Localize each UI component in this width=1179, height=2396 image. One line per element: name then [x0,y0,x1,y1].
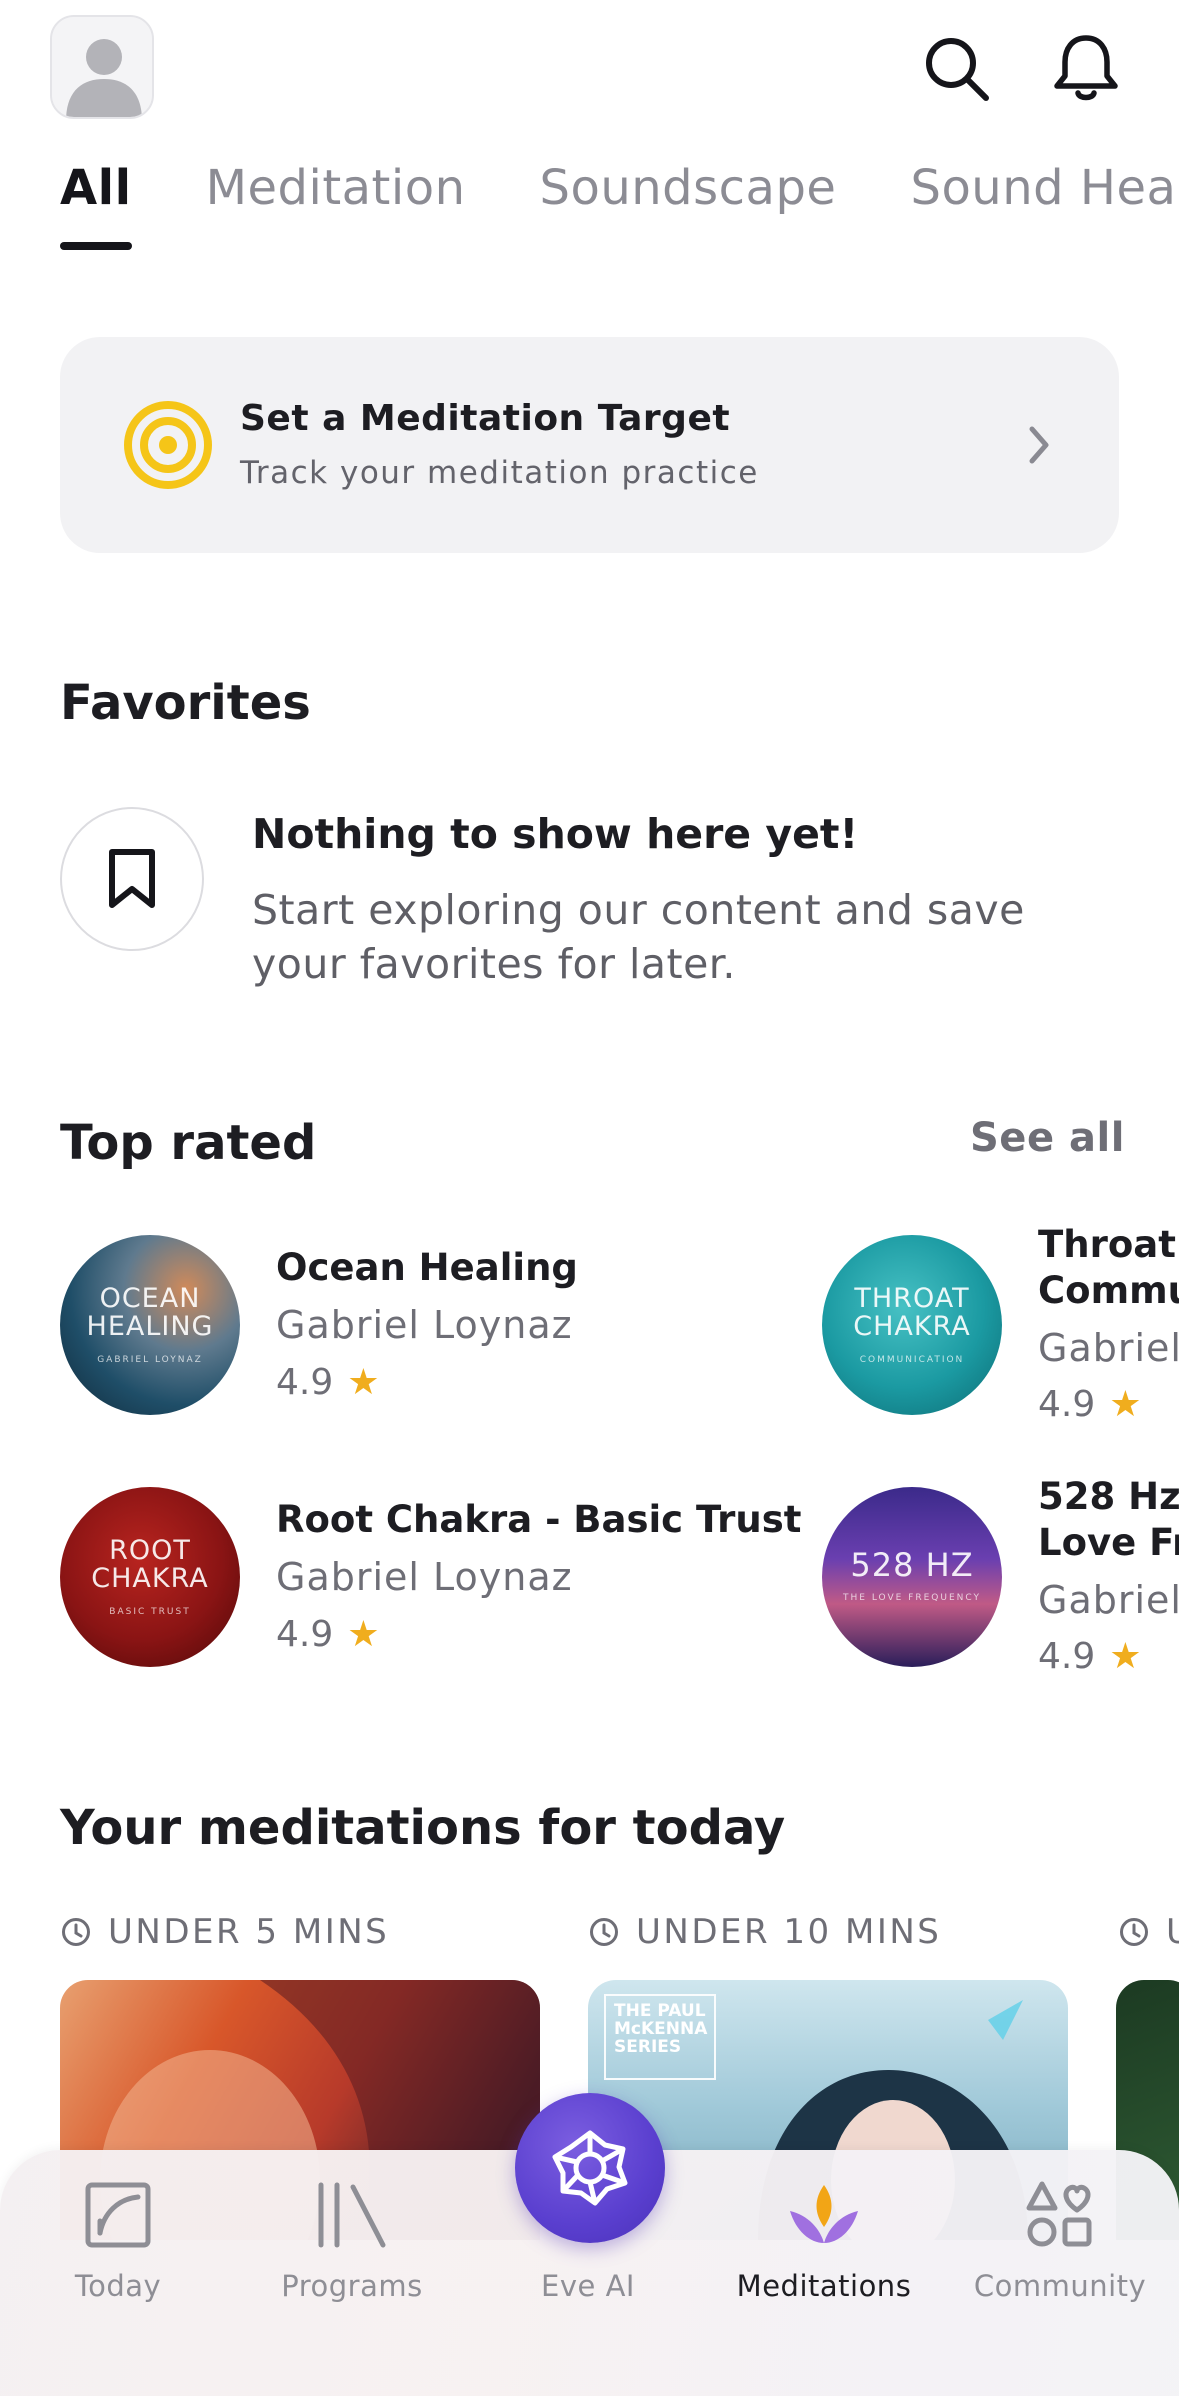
nav-eve-ai[interactable]: Eve AI [488,2175,688,2303]
programs-icon [312,2175,392,2255]
meditation-target-card[interactable] [60,337,1119,553]
user-avatar-icon [52,17,152,117]
chevron-right-icon [1024,423,1054,471]
item-rating: 4.9 ★ [1038,1636,1142,1677]
clock-icon [62,1918,90,1946]
cover-root-chakra: ROOT CHAKRA BASIC TRUST [60,1487,240,1667]
top-rated-heading: Top rated [60,1115,317,1171]
tab-meditation[interactable]: Meditation [206,160,466,260]
lotus-icon [784,2175,864,2255]
bookmark-icon [109,849,155,908]
item-author: Gabriel [1038,1578,1179,1622]
search-icon [926,38,989,101]
clock-icon [1120,1918,1148,1946]
duration-label: U [1118,1912,1179,1952]
nav-community[interactable]: Community [960,2175,1160,2303]
tab-soundscape[interactable]: Soundscape [540,160,837,260]
top-rated-item[interactable]: 528 HZ THE LOVE FREQUENCY [822,1487,1002,1667]
nav-meditations[interactable]: Meditations [724,2175,924,2303]
today-heading: Your meditations for today [60,1800,786,1856]
item-rating: 4.9 ★ [1038,1384,1142,1425]
tab-all[interactable]: All [60,160,132,260]
item-author: Gabriel Loynaz [276,1303,573,1347]
search-button[interactable] [918,30,994,106]
tab-sound-healing[interactable]: Sound Hea [910,160,1176,260]
target-icon [122,399,214,495]
bell-icon [1054,35,1118,101]
favorites-empty-message: Start exploring our content and save you… [252,886,1025,988]
nav-programs[interactable]: Programs [252,2175,452,2303]
star-icon: ★ [1109,1384,1142,1425]
item-title: Root Chakra - Basic Trust [276,1498,802,1541]
profile-avatar[interactable] [50,15,154,119]
clock-icon [590,1918,618,1946]
notifications-button[interactable] [1048,30,1124,106]
target-subtitle: Track your meditation practice [240,455,759,491]
favorites-empty-title: Nothing to show here yet! [252,810,859,858]
item-title: Throat ( Commu [1038,1223,1179,1312]
item-author: Gabriel [1038,1326,1179,1370]
duration-label: UNDER 5 MINS [60,1912,389,1952]
nav-today[interactable]: Today [18,2175,218,2303]
today-icon [78,2175,158,2255]
item-author: Gabriel Loynaz [276,1555,573,1599]
cover-ocean-healing: OCEAN HEALING GABRIEL LOYNAZ [60,1235,240,1415]
top-rated-item[interactable]: OCEAN HEALING GABRIEL LOYNAZ [60,1235,240,1415]
top-rated-item[interactable]: ROOT CHAKRA BASIC TRUST [60,1487,240,1667]
star-icon: ★ [1109,1636,1142,1677]
favorites-heading: Favorites [60,675,311,731]
cover-528-hz: 528 HZ THE LOVE FREQUENCY [822,1487,1002,1667]
item-title: Ocean Healing [276,1246,578,1289]
bookmark-badge [60,807,204,951]
category-tabs: All Meditation Soundscape Sound Hea [60,160,1176,260]
item-rating: 4.9 ★ [276,1362,380,1403]
top-rated-item[interactable]: THROAT CHAKRA COMMUNICATION [822,1235,1002,1415]
target-title: Set a Meditation Target [240,398,731,439]
star-icon: ★ [347,1614,380,1655]
star-icon: ★ [347,1362,380,1403]
cover-throat-chakra: THROAT CHAKRA COMMUNICATION [822,1235,1002,1415]
community-icon [1020,2175,1100,2255]
item-rating: 4.9 ★ [276,1614,380,1655]
item-title: 528 Hz Love Fre [1038,1475,1179,1564]
duration-label: UNDER 10 MINS [588,1912,941,1952]
see-all-link[interactable]: See all [970,1115,1125,1161]
